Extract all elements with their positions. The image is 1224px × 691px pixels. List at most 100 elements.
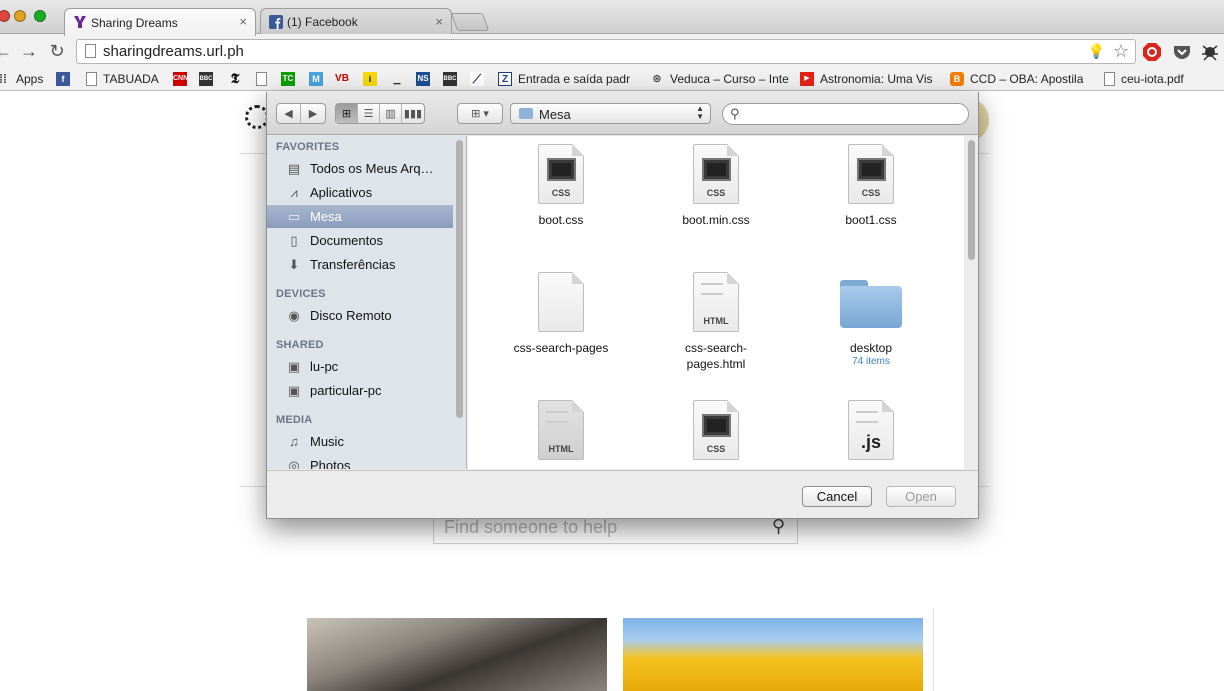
file-item[interactable]: CSS boot1.css <box>796 144 946 228</box>
bookmark-techcrunch[interactable]: TC <box>281 71 301 87</box>
location-popup[interactable]: Mesa ▲ ▼ <box>510 103 711 124</box>
adblock-extension-icon[interactable] <box>1142 42 1162 62</box>
sidebar-item-particular-pc[interactable]: ▣ particular-pc <box>267 379 453 402</box>
file-grid-scrollbar[interactable] <box>968 140 975 260</box>
bookmark-bbc[interactable]: BBC <box>199 71 219 87</box>
reload-icon[interactable]: ↻ <box>46 41 68 61</box>
back-arrow-icon[interactable]: ◀ <box>277 104 301 123</box>
url-text[interactable]: sharingdreams.url.ph <box>103 43 244 60</box>
file-item[interactable]: HTML <box>486 400 636 460</box>
forward-arrow-icon[interactable]: ▶ <box>301 104 325 123</box>
location-label: Mesa <box>539 107 571 122</box>
file-name: boot.css <box>538 213 584 227</box>
view-mode-control: ⊞ ☰ ▥ ▮▮▮ <box>335 103 425 124</box>
new-tab-button[interactable] <box>450 13 490 31</box>
folder-icon <box>840 272 902 332</box>
bookmark-device[interactable]: ▁ <box>390 71 410 87</box>
sidebar-item-photos[interactable]: ◎ Photos <box>267 454 453 470</box>
file-grid: CSS boot.css CSS boot.min.css CSS boot1.… <box>468 136 964 469</box>
file-item[interactable]: .js <box>796 400 946 460</box>
bookmark-veduca[interactable]: ⊛ Veduca – Curso – Inte <box>650 71 788 87</box>
list-view-icon[interactable]: ☰ <box>358 104 380 123</box>
js-file-icon: .js <box>848 400 894 460</box>
cancel-button[interactable]: Cancel <box>802 486 872 507</box>
icon-view-icon[interactable]: ⊞ <box>336 104 358 123</box>
bookmark-label: Entrada e saída padr <box>518 72 631 86</box>
sidebar-item-downloads[interactable]: ⬇ Transferências <box>267 253 453 276</box>
bookmark-nytimes[interactable]: 𝕿 <box>228 71 248 87</box>
chart-icon: ⟋ <box>470 72 484 86</box>
sharing-dreams-favicon-icon <box>74 16 86 28</box>
desktop-icon: ▭ <box>287 208 301 224</box>
file-item[interactable]: CSS boot.min.css <box>641 144 791 228</box>
i-icon: i <box>363 72 377 86</box>
bookmark-ceu-iota[interactable]: ceu-iota.pdf <box>1104 71 1184 87</box>
bookmark-m[interactable]: M <box>309 71 329 87</box>
bookmark-facebook[interactable]: f <box>56 71 76 87</box>
techcrunch-icon: TC <box>281 72 295 86</box>
coverflow-view-icon[interactable]: ▮▮▮ <box>402 104 424 123</box>
address-bar[interactable]: sharingdreams.url.ph 💡 ☆ <box>76 39 1136 64</box>
bookmark-i[interactable]: i <box>363 71 383 87</box>
css-file-icon: CSS <box>693 400 739 460</box>
tab-facebook[interactable]: (1) Facebook × <box>260 8 452 35</box>
sidebar-item-remote-disc[interactable]: ◉ Disco Remoto <box>267 304 453 327</box>
bookmark-astronomia[interactable]: ▶ Astronomia: Uma Vis <box>800 71 932 87</box>
tab-close-icon[interactable]: × <box>435 14 443 29</box>
dialog-footer: Cancel Open <box>267 470 978 518</box>
bookmark-apps[interactable]: ⁞⁞ Apps <box>0 71 43 87</box>
search-icon[interactable]: ⚲ <box>772 516 785 537</box>
sidebar-item-lu-pc[interactable]: ▣ lu-pc <box>267 355 453 378</box>
bbc-icon: BBC <box>443 72 457 86</box>
bookmark-ccd[interactable]: B CCD – OBA: Apostila <box>950 71 1083 87</box>
sidebar-item-music[interactable]: ♫ Music <box>267 430 453 453</box>
back-arrow-icon[interactable]: ← <box>0 41 14 61</box>
bookmark-cnn[interactable]: CNN <box>173 71 193 87</box>
sidebar-item-desktop[interactable]: ▭ Mesa <box>267 205 453 228</box>
file-name: boot.min.css <box>682 213 750 227</box>
extension-bug-icon[interactable] <box>1200 42 1220 62</box>
music-icon: ♫ <box>289 434 299 449</box>
bookmark-chart[interactable]: ⟋ <box>470 71 490 87</box>
close-window-button[interactable] <box>0 10 10 22</box>
tab-sharing-dreams[interactable]: Sharing Dreams × <box>64 8 256 36</box>
tulip-photo[interactable] <box>623 618 923 691</box>
sidebar-item-label: Documentos <box>310 233 383 248</box>
arrange-grid-icon[interactable]: ⊞ ▾ <box>458 104 502 123</box>
folder-item[interactable]: desktop 74 items <box>796 272 946 367</box>
dialog-search-field[interactable]: ⚲ <box>722 103 969 125</box>
z-icon: Z <box>498 72 512 86</box>
tab-close-icon[interactable]: × <box>239 14 247 29</box>
bookmark-star-icon[interactable]: ☆ <box>1113 41 1129 62</box>
forward-arrow-icon[interactable]: → <box>18 41 40 61</box>
bookmark-bbc-2[interactable]: BBC <box>443 71 463 87</box>
file-item[interactable]: CSS boot.css <box>486 144 636 228</box>
bookmark-ns[interactable]: NS <box>416 71 436 87</box>
file-item[interactable]: CSS <box>641 400 791 460</box>
sidebar-item-all-files[interactable]: ▤ Todos os Meus Arq… <box>267 157 453 180</box>
open-button[interactable]: Open <box>886 486 956 507</box>
bookmark-tabuada[interactable]: TABUADA <box>86 71 159 87</box>
pocket-extension-icon[interactable] <box>1172 42 1192 62</box>
sidebar-scrollbar[interactable] <box>456 140 463 418</box>
lightbulb-icon[interactable]: 💡 <box>1088 43 1105 60</box>
file-item[interactable]: css-search-pages <box>486 272 636 356</box>
folder-icon <box>519 108 533 119</box>
minimize-window-button[interactable] <box>14 10 26 22</box>
bookmark-page[interactable] <box>256 71 273 87</box>
koala-photo[interactable] <box>307 618 607 691</box>
sidebar-item-documents[interactable]: ▯ Documentos <box>267 229 453 252</box>
sidebar-item-label: Disco Remoto <box>310 308 392 323</box>
site-search-input[interactable]: Find someone to help <box>444 517 617 538</box>
file-item[interactable]: HTML css-search- pages.html <box>641 272 791 372</box>
sidebar-item-applications[interactable]: ⩘ Aplicativos <box>267 181 453 204</box>
bookmark-entrada[interactable]: Z Entrada e saída padr <box>498 71 630 87</box>
column-view-icon[interactable]: ▥ <box>380 104 402 123</box>
zoom-window-button[interactable] <box>34 10 46 22</box>
file-name: css-search- pages.html <box>684 341 747 371</box>
css-file-icon: CSS <box>693 144 739 204</box>
browser-toolbar: ← → ↻ sharingdreams.url.ph 💡 ☆ <box>0 34 1224 68</box>
sidebar-item-label: particular-pc <box>310 383 382 398</box>
bookmark-vb[interactable]: VB <box>335 71 355 87</box>
tab-label: (1) Facebook <box>287 15 358 29</box>
